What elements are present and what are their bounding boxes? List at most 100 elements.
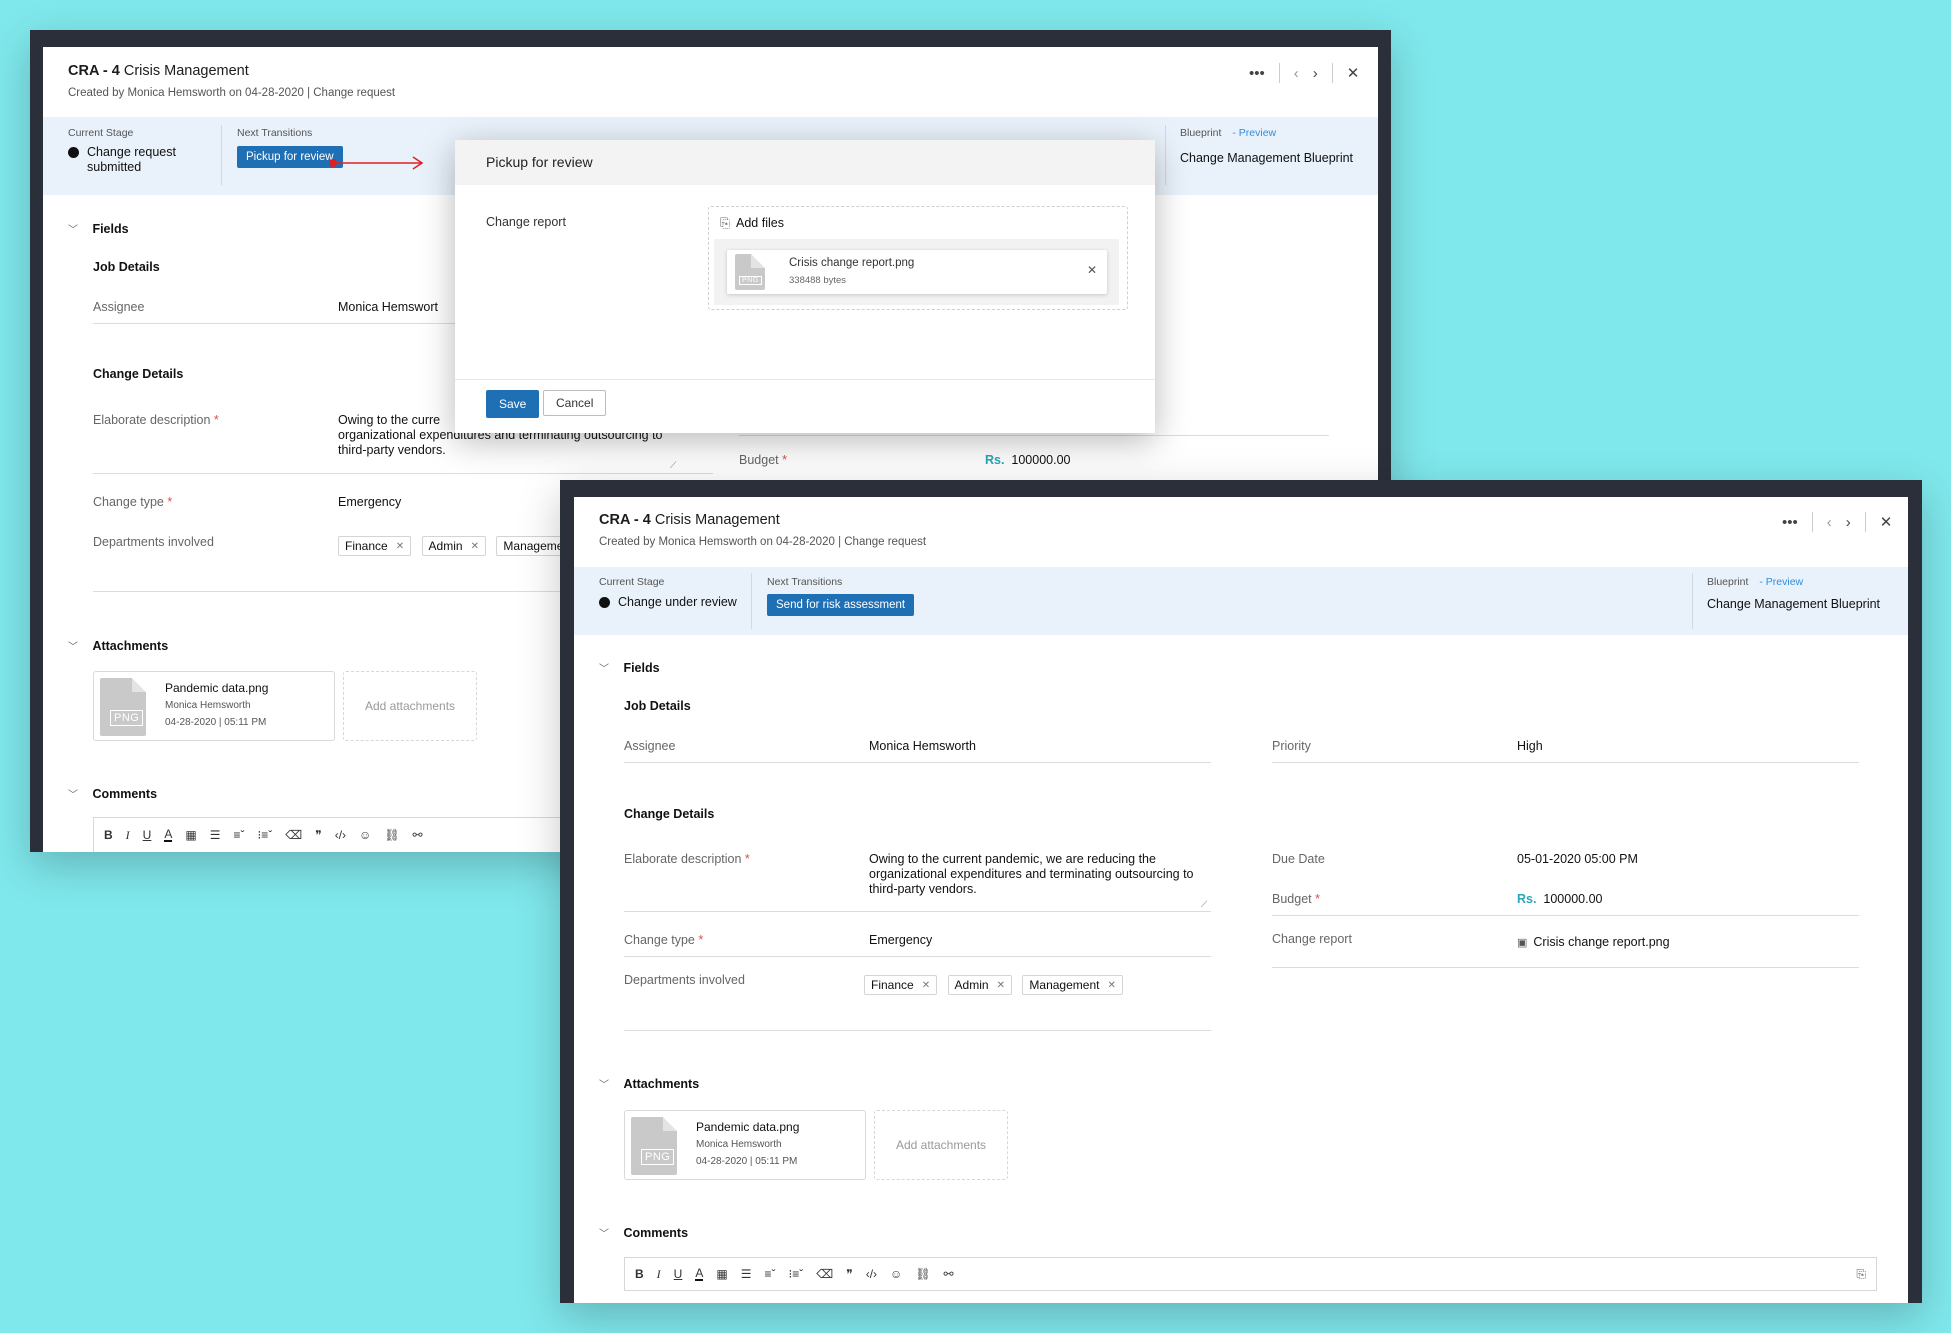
paperclip-icon[interactable]: ⎘ (1856, 1267, 1866, 1282)
close-icon[interactable]: ✕ (1347, 64, 1360, 82)
tag-label: Admin (428, 539, 463, 553)
change-type-value[interactable]: Emergency (338, 495, 401, 509)
quote-icon[interactable]: ❞ (846, 1267, 852, 1281)
clear-format-icon[interactable]: ⌫ (816, 1267, 833, 1281)
fields-section-header[interactable]: ﹀ Fields (68, 220, 129, 238)
bold-icon[interactable]: B (104, 828, 113, 842)
add-files-button[interactable]: ⎘ Add files (720, 216, 784, 231)
save-button[interactable]: Save (486, 390, 540, 418)
preview-link[interactable]: - Preview (1232, 127, 1276, 139)
description-line: Owing to the current pandemic, we are re… (869, 852, 1156, 866)
underline-icon[interactable]: U (143, 828, 152, 842)
bold-icon[interactable]: B (635, 1267, 644, 1281)
unlink-icon[interactable]: ⚯ (944, 1267, 954, 1281)
priority-label: Priority (1272, 739, 1311, 753)
budget-value[interactable]: Rs. 100000.00 (1517, 892, 1603, 906)
chevron-left-icon[interactable]: ‹ (1294, 65, 1299, 82)
department-tag[interactable]: Admin ✕ (421, 536, 486, 556)
chevron-right-icon[interactable]: › (1846, 514, 1851, 531)
fields-section-header[interactable]: ﹀ Fields (599, 659, 660, 677)
departments-tags: Finance ✕ Admin ✕ Managemen (338, 536, 583, 556)
attachment-date: 04-28-2020 | 05:11 PM (165, 717, 267, 728)
description-line: organizational expenditures and terminat… (869, 867, 1194, 881)
stage-dot (599, 597, 610, 609)
elaborate-description-label: Elaborate description * (624, 852, 750, 866)
code-icon[interactable]: ‹/› (866, 1267, 877, 1281)
clear-format-icon[interactable]: ⌫ (285, 828, 302, 842)
required-marker: * (213, 413, 219, 427)
divider (1331, 63, 1333, 83)
record-name: Crisis Management (654, 512, 780, 528)
chevron-right-icon[interactable]: › (1313, 65, 1318, 82)
quote-icon[interactable]: ❞ (315, 828, 321, 842)
divider (1692, 573, 1693, 629)
resize-handle-icon[interactable]: ⟋ (670, 460, 676, 471)
elaborate-label-text: Elaborate description (93, 413, 211, 427)
cancel-button[interactable]: Cancel (543, 390, 607, 416)
underline-icon[interactable]: U (674, 1267, 683, 1281)
align-icon[interactable]: ≡ˇ (233, 828, 244, 842)
align-icon[interactable]: ≡ˇ (764, 1267, 775, 1281)
strikethrough-icon[interactable]: ☰ (741, 1267, 752, 1281)
uploaded-file-card: PNG Crisis change report.png 338488 byte… (727, 250, 1107, 294)
department-tag[interactable]: Admin ✕ (947, 975, 1012, 995)
priority-value[interactable]: High (1517, 739, 1543, 753)
divider (751, 573, 752, 629)
change-report-value[interactable]: ▣ Crisis change report.png (1517, 935, 1670, 949)
remove-file-icon[interactable]: ✕ (1087, 263, 1097, 277)
change-type-value[interactable]: Emergency (869, 933, 932, 947)
close-icon[interactable]: ✕ (1880, 513, 1893, 531)
font-color-icon[interactable]: A (695, 1267, 704, 1281)
department-tag[interactable]: Finance ✕ (338, 536, 412, 556)
comments-section-header[interactable]: ﹀ Comments (599, 1224, 688, 1242)
budget-value[interactable]: Rs. 100000.00 (985, 453, 1071, 467)
attachment-card[interactable]: PNG Pandemic data.png Monica Hemsworth 0… (93, 671, 335, 741)
attachment-card[interactable]: PNG Pandemic data.png Monica Hemsworth 0… (624, 1110, 866, 1180)
list-icon[interactable]: ⁝≡ˇ (788, 1267, 803, 1281)
link-icon[interactable]: ⛓ (384, 828, 399, 842)
remove-tag-icon[interactable]: ✕ (471, 541, 479, 552)
attachments-section-header[interactable]: ﹀ Attachments (68, 637, 168, 655)
blueprint-name: Change Management Blueprint (1180, 151, 1354, 165)
more-icon[interactable]: ••• (1782, 514, 1798, 531)
strikethrough-icon[interactable]: ☰ (210, 828, 221, 842)
comments-title: Comments (92, 787, 158, 801)
remove-tag-icon[interactable]: ✕ (1107, 980, 1115, 991)
preview-link[interactable]: - Preview (1759, 576, 1803, 588)
department-tag[interactable]: Management ✕ (1022, 975, 1123, 995)
add-attachments-button[interactable]: Add attachments (343, 671, 477, 741)
assignee-value[interactable]: Monica Hemswort (338, 300, 438, 314)
table-icon[interactable]: ▦ (185, 828, 196, 842)
list-icon[interactable]: ⁝≡ˇ (257, 828, 272, 842)
link-icon[interactable]: ⛓ (915, 1267, 930, 1281)
italic-icon[interactable]: I (657, 1267, 661, 1282)
font-color-icon[interactable]: A (164, 828, 173, 842)
pickup-for-review-button[interactable]: Pickup for review (237, 146, 343, 168)
table-icon[interactable]: ▦ (716, 1267, 727, 1281)
required-marker: * (782, 453, 787, 467)
send-for-risk-assessment-button[interactable]: Send for risk assessment (767, 594, 915, 616)
unlink-icon[interactable]: ⚯ (413, 828, 423, 842)
add-files-label: Add files (736, 216, 784, 230)
currency-symbol: Rs. (985, 453, 1005, 467)
attachments-section-header[interactable]: ﹀ Attachments (599, 1075, 699, 1093)
comments-section-header[interactable]: ﹀ Comments (68, 785, 157, 803)
emoji-icon[interactable]: ☺ (359, 828, 371, 842)
png-file-icon: PNG (100, 678, 146, 736)
due-date-value[interactable]: 05-01-2020 05:00 PM (1517, 852, 1638, 866)
code-icon[interactable]: ‹/› (335, 828, 346, 842)
resize-handle-icon[interactable]: ⟋ (1201, 899, 1207, 910)
elaborate-description-value[interactable]: Owing to the current pandemic, we are re… (869, 852, 1209, 897)
change-type-label: Change type * (624, 933, 703, 947)
file-drop-zone[interactable]: ⎘ Add files PNG Crisis change report.png … (708, 206, 1128, 310)
more-icon[interactable]: ••• (1249, 65, 1265, 82)
add-attachments-button[interactable]: Add attachments (874, 1110, 1008, 1180)
italic-icon[interactable]: I (126, 828, 130, 843)
department-tag[interactable]: Finance ✕ (864, 975, 938, 995)
chevron-left-icon[interactable]: ‹ (1827, 514, 1832, 531)
emoji-icon[interactable]: ☺ (890, 1267, 902, 1281)
remove-tag-icon[interactable]: ✕ (922, 980, 930, 991)
remove-tag-icon[interactable]: ✕ (997, 980, 1005, 991)
remove-tag-icon[interactable]: ✕ (396, 541, 404, 552)
assignee-value[interactable]: Monica Hemsworth (869, 739, 976, 753)
